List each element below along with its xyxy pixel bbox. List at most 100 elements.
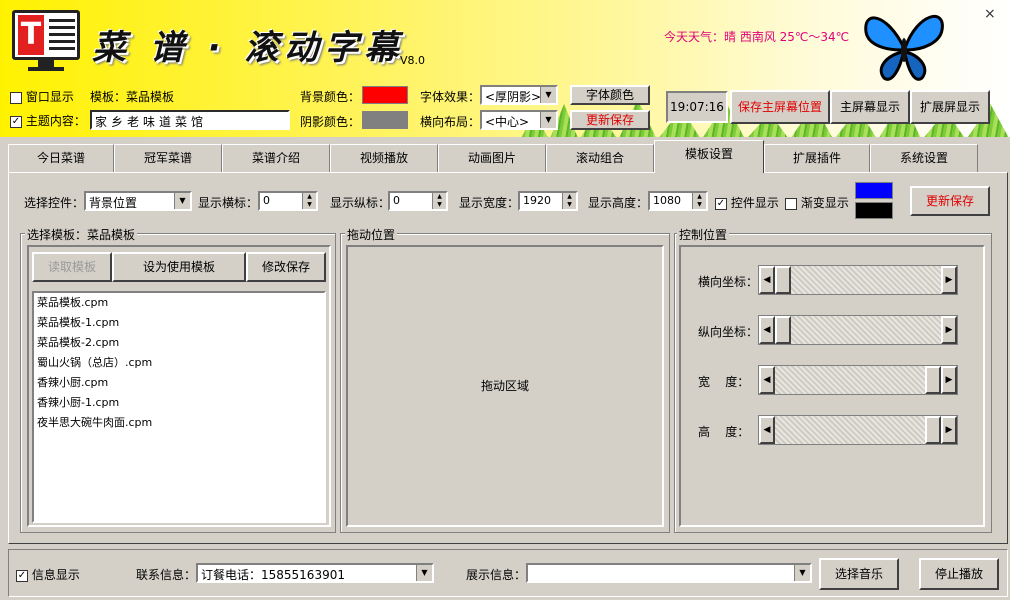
list-item[interactable]: 蜀山火锅（总店）.cpm xyxy=(34,353,324,373)
tab-menu-intro[interactable]: 菜谱介绍 xyxy=(222,144,330,172)
arrow-left-icon[interactable]: ◀ xyxy=(759,266,775,294)
list-item[interactable]: 菜品模板.cpm xyxy=(34,293,324,313)
subject-input[interactable]: 家乡老味道菜馆 xyxy=(90,110,290,130)
subject-check[interactable]: ✓ xyxy=(10,115,22,128)
gradient-display-label: 渐变显示 xyxy=(800,196,849,210)
set-use-template-button[interactable]: 设为使用模板 xyxy=(112,252,246,282)
y-spinner[interactable]: 0 ▲ ▼ xyxy=(388,191,448,211)
font-effect-select[interactable]: <厚阴影> ▼ xyxy=(480,85,558,105)
spinner-arrows-icon[interactable]: ▲ ▼ xyxy=(562,193,576,209)
slider-thumb[interactable] xyxy=(775,316,791,344)
window-display-label: 窗口显示 xyxy=(25,90,74,104)
logo-lines xyxy=(49,19,75,51)
layout-value: <中心> xyxy=(485,115,530,129)
arrow-right-icon[interactable]: ▶ xyxy=(941,366,957,394)
slider-label: 宽 度： xyxy=(698,375,750,389)
control-group-title: 控制位置 xyxy=(677,226,730,243)
select-music-button[interactable]: 选择音乐 xyxy=(819,558,899,590)
logo-letter: T xyxy=(18,15,44,55)
select-control-label: 选择控件： xyxy=(24,196,85,210)
weather-text: 今天天气：晴 西南风 25℃～34℃ xyxy=(664,30,850,44)
show-info-select[interactable]: ▼ xyxy=(526,563,812,583)
contact-label: 联系信息： xyxy=(136,568,197,582)
font-effect-label: 字体效果： xyxy=(420,90,481,104)
spinner-arrows-icon[interactable]: ▲ ▼ xyxy=(432,193,446,209)
arrow-right-icon[interactable]: ▶ xyxy=(941,416,957,444)
chevron-down-icon[interactable]: ▼ xyxy=(540,112,556,128)
shadow-color-label: 阴影颜色： xyxy=(300,115,361,129)
list-item[interactable]: 香辣小厨.cpm xyxy=(34,373,324,393)
chevron-down-icon[interactable]: ▼ xyxy=(794,565,810,581)
arrow-left-icon[interactable]: ◀ xyxy=(759,416,775,444)
save-main-position-button[interactable]: 保存主屏幕位置 xyxy=(730,90,830,124)
slider-label: 横向坐标： xyxy=(698,275,759,289)
contact-select[interactable]: 订餐电话：15855163901 ▼ xyxy=(196,563,434,583)
update-save-top-button[interactable]: 更新保存 xyxy=(570,110,650,130)
template-list[interactable]: 菜品模板.cpm 菜品模板-1.cpm 菜品模板-2.cpm 蜀山火锅（总店）.… xyxy=(32,291,326,523)
x-label: 显示横标： xyxy=(198,196,259,210)
arrow-left-icon[interactable]: ◀ xyxy=(759,316,775,344)
stop-play-button[interactable]: 停止播放 xyxy=(919,558,999,590)
gradient-display-checkbox[interactable]: 渐变显示 xyxy=(785,194,849,211)
height-spinner[interactable]: 1080 ▲ ▼ xyxy=(648,191,708,211)
tab-extension-plugins[interactable]: 扩展插件 xyxy=(764,144,870,172)
logo-base xyxy=(28,67,64,71)
height-value: 1080 xyxy=(653,194,681,207)
layout-select[interactable]: <中心> ▼ xyxy=(480,110,558,130)
chevron-down-icon[interactable]: ▼ xyxy=(174,193,190,209)
tab-system-settings[interactable]: 系统设置 xyxy=(870,144,978,172)
update-save-panel-button[interactable]: 更新保存 xyxy=(910,186,990,216)
list-item[interactable]: 菜品模板-1.cpm xyxy=(34,313,324,333)
window-display-check[interactable] xyxy=(10,91,22,104)
width-spinner[interactable]: 1920 ▲ ▼ xyxy=(518,191,578,211)
control-display-checkbox[interactable]: ✓ 控件显示 xyxy=(715,194,779,211)
list-item[interactable]: 菜品模板-2.cpm xyxy=(34,333,324,353)
drag-area[interactable]: 拖动区域 xyxy=(346,245,664,527)
chevron-down-icon[interactable]: ▼ xyxy=(540,87,556,103)
extended-screen-display-button[interactable]: 扩展屏显示 xyxy=(910,90,990,124)
arrow-left-icon[interactable]: ◀ xyxy=(759,366,775,394)
shadow-color-swatch[interactable] xyxy=(362,111,408,129)
info-display-label: 信息显示 xyxy=(31,568,80,582)
spinner-arrows-icon[interactable]: ▲ ▼ xyxy=(302,193,316,209)
tab-video-play[interactable]: 视频播放 xyxy=(330,144,438,172)
close-icon[interactable]: × xyxy=(984,6,996,22)
chevron-down-icon[interactable]: ▼ xyxy=(416,565,432,581)
arrow-right-icon[interactable]: ▶ xyxy=(941,266,957,294)
slider-thumb[interactable] xyxy=(925,366,941,394)
width-slider[interactable]: ◀ ▶ xyxy=(758,365,958,395)
bg-color-swatch[interactable] xyxy=(362,86,408,104)
modify-save-button[interactable]: 修改保存 xyxy=(246,252,326,282)
window-display-checkbox[interactable]: 窗口显示 xyxy=(10,88,74,105)
y-coordinate-slider[interactable]: ◀ ▶ xyxy=(758,315,958,345)
arrow-right-icon[interactable]: ▶ xyxy=(941,316,957,344)
tab-today-menu[interactable]: 今日菜谱 xyxy=(8,144,114,172)
tab-template-settings[interactable]: 模板设置 xyxy=(654,140,764,173)
font-color-button[interactable]: 字体颜色 xyxy=(570,85,650,105)
list-item[interactable]: 夜半思大碗牛肉面.cpm xyxy=(34,413,324,433)
spinner-arrows-icon[interactable]: ▲ ▼ xyxy=(692,193,706,209)
tab-scroll-combo[interactable]: 滚动组合 xyxy=(546,144,654,172)
read-template-button[interactable]: 读取模板 xyxy=(32,252,112,282)
info-display-checkbox[interactable]: ✓ 信息显示 xyxy=(16,566,80,583)
slider-thumb[interactable] xyxy=(775,266,791,294)
control-display-check[interactable]: ✓ xyxy=(715,197,727,210)
template-label: 模板：菜品模板 xyxy=(90,90,175,104)
x-coordinate-slider[interactable]: ◀ ▶ xyxy=(758,265,958,295)
x-spinner[interactable]: 0 ▲ ▼ xyxy=(258,191,318,211)
main-screen-display-button[interactable]: 主屏幕显示 xyxy=(830,90,910,124)
gradient-color1-swatch[interactable] xyxy=(855,182,893,199)
tab-champion-menu[interactable]: 冠军菜谱 xyxy=(114,144,222,172)
info-display-check[interactable]: ✓ xyxy=(16,569,28,582)
gradient-display-check[interactable] xyxy=(785,197,797,210)
slider-thumb[interactable] xyxy=(925,416,941,444)
width-label: 显示宽度： xyxy=(459,196,520,210)
subject-checkbox[interactable]: ✓ 主题内容： xyxy=(10,112,86,129)
height-slider[interactable]: ◀ ▶ xyxy=(758,415,958,445)
drag-area-label: 拖动区域 xyxy=(480,379,529,393)
select-control-dropdown[interactable]: 背景位置 ▼ xyxy=(84,191,192,211)
list-item[interactable]: 香辣小厨-1.cpm xyxy=(34,393,324,413)
show-info-label: 展示信息： xyxy=(466,568,527,582)
gradient-color2-swatch[interactable] xyxy=(855,202,893,219)
tab-animation-image[interactable]: 动画图片 xyxy=(438,144,546,172)
